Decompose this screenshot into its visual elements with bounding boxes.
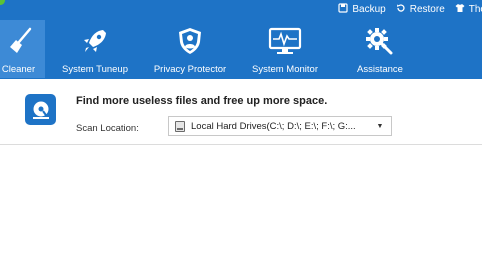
scan-panel: Find more useless files and free up more… [0, 79, 482, 145]
header-bar: Backup Restore The [0, 0, 482, 79]
tab-cleaner-label: Cleaner [1, 64, 36, 75]
tab-privacy-protector-label: Privacy Protector [153, 64, 227, 75]
scan-title: Find more useless files and free up more… [76, 95, 328, 107]
restore-icon [396, 3, 406, 16]
scan-location-dropdown[interactable]: Local Hard Drives(C:\; D:\; E:\; F:\; G:… [168, 116, 392, 136]
disk-scan-icon [25, 94, 56, 125]
tab-system-tuneup[interactable]: System Tuneup [45, 20, 145, 78]
hard-drive-icon [175, 120, 185, 132]
tab-cleaner[interactable]: Cleaner [0, 20, 45, 78]
rocket-icon [80, 25, 110, 57]
gears-icon [364, 25, 396, 57]
broom-icon [8, 25, 38, 57]
app-window: Backup Restore The [0, 0, 482, 271]
backup-button[interactable]: Backup [338, 2, 386, 16]
restore-button[interactable]: Restore [396, 3, 445, 16]
dropdown-arrow-icon: ▼ [376, 122, 384, 130]
tab-system-monitor-label: System Monitor [252, 64, 318, 75]
monitor-icon [268, 25, 302, 57]
cleaner-content: Find more useless files and free up more… [0, 79, 482, 271]
status-dot [0, 0, 5, 5]
tab-assistance-label: Assistance [357, 64, 403, 75]
theme-label: The [468, 3, 482, 15]
tab-system-tuneup-label: System Tuneup [61, 64, 128, 75]
scan-location-value: Local Hard Drives(C:\; D:\; E:\; F:\; G:… [191, 120, 356, 132]
theme-shirt-icon [455, 3, 465, 16]
top-toolbar: Backup Restore The [338, 2, 482, 16]
tab-assistance[interactable]: Assistance [335, 20, 425, 78]
backup-icon [338, 2, 348, 16]
main-nav: Cleaner System Tuneup Privacy Protector … [0, 20, 425, 78]
backup-label: Backup [352, 3, 386, 15]
tab-system-monitor[interactable]: System Monitor [235, 20, 335, 78]
tab-privacy-protector[interactable]: Privacy Protector [145, 20, 235, 78]
scan-location-label: Scan Location: [76, 123, 139, 134]
restore-label: Restore [409, 3, 445, 15]
shield-icon [175, 25, 205, 57]
theme-button[interactable]: The [455, 3, 482, 16]
